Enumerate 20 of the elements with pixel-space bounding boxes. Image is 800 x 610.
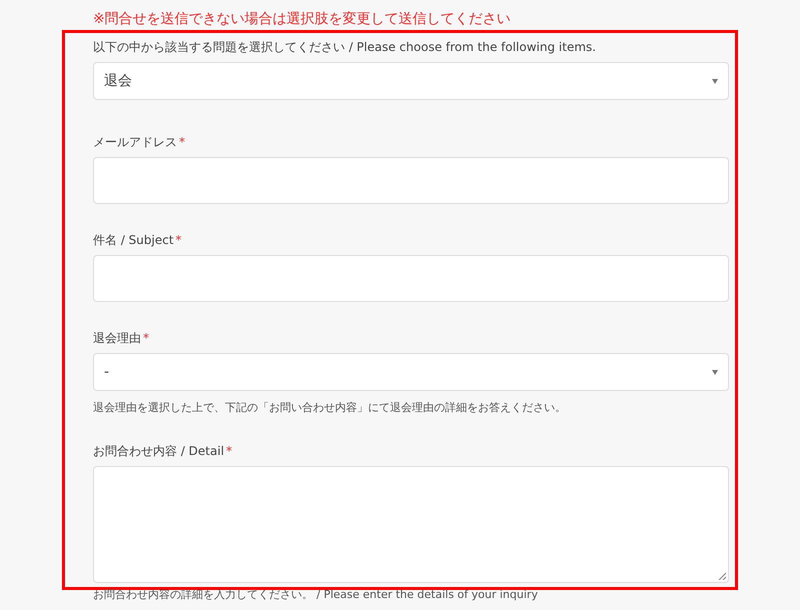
field-hint: 退会理由を選択した上で、下記の「お問い合わせ内容」にて退会理由の詳細をお答えください。 — [93, 400, 567, 415]
field-label: お問合わせ内容 / Detail — [93, 443, 224, 459]
caret-icon — [712, 370, 718, 374]
caret-icon — [712, 78, 718, 84]
field-hint: お問合わせ内容の詳細を入力してください。 / Please enter the details of your inquiry — [93, 587, 539, 602]
required-mark: * — [176, 232, 182, 248]
resize-grip-icon — [718, 572, 726, 580]
field-label: メールアドレス — [93, 134, 177, 150]
field-label: 退会理由 — [93, 330, 141, 346]
required-mark: * — [143, 330, 149, 346]
input-field[interactable] — [93, 157, 729, 204]
required-mark: * — [179, 134, 185, 150]
warning-notice: ※問合せを送信できない場合は選択肢を変更して送信してください — [93, 10, 512, 29]
field-label: 以下の中から該当する問題を選択してください / Please choose from the following items. — [93, 39, 596, 55]
field-label: 件名 / Subject — [93, 232, 174, 248]
input-field[interactable] — [93, 255, 729, 302]
required-mark: * — [226, 443, 232, 459]
text-area[interactable] — [93, 466, 729, 583]
dropdown[interactable]: - — [93, 353, 729, 391]
dropdown[interactable]: 退会 — [93, 62, 729, 100]
